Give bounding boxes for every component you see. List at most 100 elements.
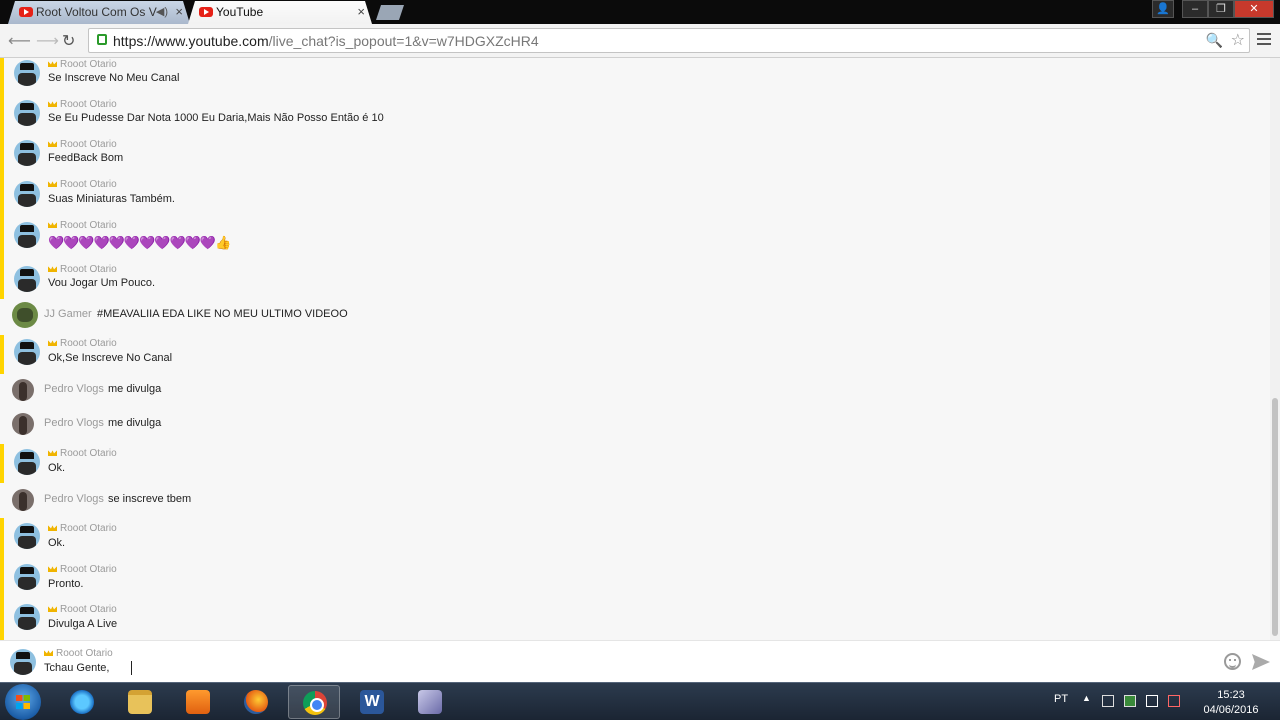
chat-message: Rooot Otario Se Inscreve No Meu Canal	[0, 58, 1270, 98]
avatar[interactable]	[14, 222, 40, 248]
youtube-icon	[199, 7, 213, 17]
flag-icon[interactable]	[1146, 695, 1158, 707]
message-text: Ok,Se Inscreve No Canal	[48, 352, 173, 364]
avatar[interactable]	[14, 604, 40, 630]
avatar[interactable]	[14, 266, 40, 292]
url-text[interactable]: https://www.youtube.com/live_chat?is_pop…	[113, 33, 539, 49]
taskbar-chrome[interactable]	[288, 685, 340, 719]
new-tab-button[interactable]	[376, 5, 404, 20]
author-name[interactable]: Rooot Otario	[48, 59, 117, 70]
chat-message: Rooot Otario Ok,Se Inscreve No Canal	[0, 335, 1270, 374]
chat-message: Rooot Otario Pronto.	[0, 560, 1270, 600]
chat-input[interactable]	[44, 662, 744, 674]
tray-network-icon[interactable]	[1102, 695, 1114, 707]
taskbar-internet-explorer[interactable]	[56, 685, 108, 719]
author-name[interactable]: Rooot Otario	[48, 564, 117, 575]
thumbs-up-emoji: 👍	[215, 235, 231, 250]
crown-icon	[48, 266, 57, 273]
crown-icon	[48, 61, 57, 68]
taskbar-media-player[interactable]	[172, 685, 224, 719]
tab-root-voltou[interactable]: Root Voltou Com Os V ◀) ×	[8, 1, 190, 24]
scrollbar-thumb[interactable]	[1272, 398, 1278, 636]
emoji-message: 💜💜💜💜💜💜💜💜💜💜💜👍	[48, 235, 231, 251]
author-name[interactable]: Pedro Vlogs	[44, 417, 104, 429]
user-icon[interactable]: 👤	[1152, 0, 1174, 18]
zoom-icon[interactable]: 🔍	[1206, 32, 1223, 49]
back-arrow-icon[interactable]: ⟵	[8, 31, 31, 51]
message-text: FeedBack Bom	[48, 152, 124, 164]
avatar[interactable]	[14, 140, 40, 166]
author-label: Rooot Otario	[60, 338, 117, 349]
close-window-button[interactable]: ✕	[1234, 0, 1274, 18]
avatar[interactable]	[14, 181, 40, 207]
author-name[interactable]: Rooot Otario	[48, 604, 117, 615]
tab-youtube[interactable]: YouTube ×	[188, 1, 372, 24]
chat-message: Rooot Otario 💜💜💜💜💜💜💜💜💜💜💜👍	[0, 219, 1270, 263]
folder-icon	[128, 690, 152, 714]
crown-icon	[48, 450, 57, 457]
author-name[interactable]: Pedro Vlogs	[44, 383, 104, 395]
send-icon[interactable]	[1252, 654, 1270, 670]
purple-heart-emoji: 💜💜💜💜💜💜💜💜💜💜💜	[48, 235, 216, 250]
bookmark-star-icon[interactable]: ☆	[1231, 30, 1245, 50]
avatar[interactable]	[14, 339, 40, 365]
avatar[interactable]	[14, 449, 40, 475]
menu-icon[interactable]	[1257, 33, 1271, 47]
message-text: Pronto.	[48, 578, 84, 590]
author-name[interactable]: JJ Gamer	[44, 308, 92, 320]
tray-expand-icon[interactable]: ▲	[1082, 693, 1091, 703]
chat-scrollbar[interactable]	[1270, 58, 1280, 640]
crown-icon	[48, 340, 57, 347]
author-name[interactable]: Pedro Vlogs	[44, 493, 104, 505]
chat-message: Rooot Otario Divulga A Live	[0, 600, 1270, 640]
system-clock[interactable]: 15:23 04/06/2016	[1198, 688, 1264, 718]
chat-message: Rooot Otario Vou Jogar Um Pouco.	[0, 263, 1270, 299]
avatar[interactable]	[14, 523, 40, 549]
tab-strip: Root Voltou Com Os V ◀) × YouTube × 👤 – …	[0, 0, 1280, 24]
tray-app-icon[interactable]	[1124, 695, 1136, 707]
speaker-muted-icon[interactable]	[1168, 695, 1180, 707]
chat-message: Rooot Otario Se Eu Pudesse Dar Nota 1000…	[0, 98, 1270, 138]
audio-icon[interactable]: ◀)	[156, 1, 168, 23]
crown-icon	[48, 606, 57, 613]
author-label: Rooot Otario	[60, 99, 117, 110]
avatar[interactable]	[12, 413, 34, 435]
taskbar-word[interactable]: W	[346, 685, 398, 719]
close-icon[interactable]: ×	[175, 1, 183, 23]
taskbar-firefox[interactable]	[230, 685, 282, 719]
author-label: Rooot Otario	[60, 179, 117, 190]
chat-input-area: Rooot Otario	[0, 640, 1280, 682]
language-indicator[interactable]: PT	[1054, 693, 1068, 705]
author-name[interactable]: Rooot Otario	[48, 448, 117, 459]
minimize-button[interactable]: –	[1182, 0, 1208, 18]
start-button[interactable]	[5, 684, 41, 720]
avatar[interactable]	[14, 60, 40, 86]
crown-icon	[48, 222, 57, 229]
message-text: Se Inscreve No Meu Canal	[48, 72, 180, 84]
author-name[interactable]: Rooot Otario	[48, 338, 117, 349]
media-player-icon	[186, 690, 210, 714]
avatar[interactable]	[12, 489, 34, 511]
close-icon[interactable]: ×	[357, 1, 365, 23]
author-name[interactable]: Rooot Otario	[48, 264, 117, 275]
reload-icon[interactable]: ↻	[62, 31, 75, 51]
author-name[interactable]: Rooot Otario	[48, 99, 117, 110]
avatar[interactable]	[14, 564, 40, 590]
forward-arrow-icon[interactable]: ⟶	[36, 31, 59, 51]
avatar[interactable]	[12, 379, 34, 401]
author-name[interactable]: Rooot Otario	[48, 179, 117, 190]
emoji-icon[interactable]	[1224, 653, 1241, 670]
avatar[interactable]	[14, 100, 40, 126]
address-bar[interactable]: https://www.youtube.com/live_chat?is_pop…	[88, 28, 1250, 53]
chat-message-list[interactable]: Rooot Otario Se Inscreve No Meu Canal Ro…	[0, 58, 1280, 640]
avatar[interactable]	[12, 302, 38, 328]
taskbar-app[interactable]	[404, 685, 456, 719]
chrome-icon	[303, 691, 327, 715]
chat-message: Rooot Otario Ok.	[0, 444, 1270, 483]
author-name[interactable]: Rooot Otario	[48, 139, 117, 150]
taskbar-file-explorer[interactable]	[114, 685, 166, 719]
maximize-button[interactable]: ❐	[1208, 0, 1234, 18]
author-name[interactable]: Rooot Otario	[48, 220, 117, 231]
author-name[interactable]: Rooot Otario	[48, 523, 117, 534]
author-name: Rooot Otario	[44, 648, 113, 659]
